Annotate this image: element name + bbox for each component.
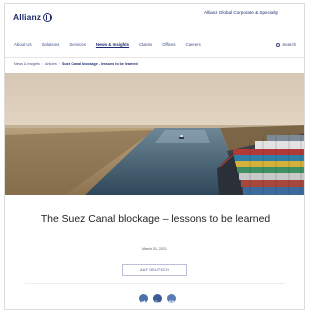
article-title: The Suez Canal blockage – lessons to be … (40, 214, 271, 225)
allianz-eagle-icon (43, 12, 53, 22)
search-button[interactable]: Search (276, 42, 296, 47)
logo-text: Allianz (13, 12, 42, 22)
breadcrumb-separator: › (58, 62, 60, 66)
header-divider (5, 57, 304, 58)
linkedin-icon[interactable] (153, 294, 162, 305)
nav-item-offices[interactable]: Offices (162, 42, 175, 50)
suez-canal-photo (5, 73, 304, 195)
twitter-glyph (141, 300, 146, 305)
email-icon[interactable] (167, 294, 176, 305)
search-icon (276, 42, 281, 47)
twitter-icon[interactable] (139, 294, 148, 305)
breadcrumb-current: Suez Canal blockage - lessons to be lear… (61, 62, 138, 66)
nav-item-careers[interactable]: Careers (186, 42, 201, 50)
nav-item-solutions[interactable]: Solutions (42, 42, 60, 50)
nav-item-news-insights[interactable]: News & Insights (96, 42, 129, 50)
breadcrumb: News & Insights › Articles › Suez Canal … (14, 62, 138, 66)
content-divider (25, 283, 285, 284)
main-nav: About Us Solutions Services News & Insig… (14, 42, 211, 50)
hero-image (5, 73, 304, 195)
email-glyph (168, 300, 175, 305)
allianz-logo[interactable]: Allianz (13, 12, 53, 22)
browser-page: Allianz Allianz Global Corporate & Speci… (4, 3, 305, 310)
article-date: March 31, 2021 (142, 247, 167, 251)
breadcrumb-separator: › (41, 62, 43, 66)
brand-name[interactable]: Allianz Global Corporate & Specialty (204, 10, 288, 16)
breadcrumb-articles[interactable]: Articles (45, 62, 57, 66)
breadcrumb-news-insights[interactable]: News & Insights (14, 62, 40, 66)
linkedin-glyph (155, 300, 160, 305)
nav-item-about-us[interactable]: About Us (14, 42, 32, 50)
site-header: Allianz Allianz Global Corporate & Speci… (5, 4, 304, 32)
search-label: Search (282, 42, 296, 47)
language-button[interactable]: AUF DEUTSCH (122, 264, 187, 276)
nav-item-services[interactable]: Services (69, 42, 85, 50)
nav-item-claims[interactable]: Claims (139, 42, 152, 50)
